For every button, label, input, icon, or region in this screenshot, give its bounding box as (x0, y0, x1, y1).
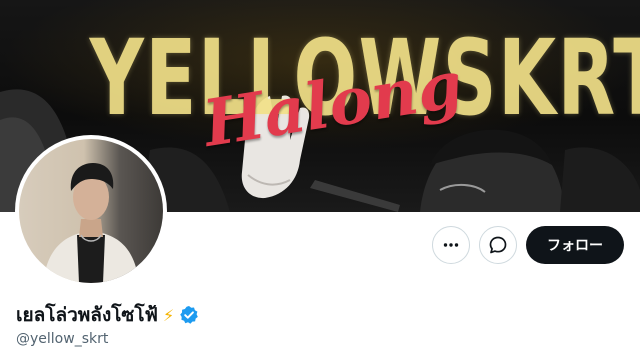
avatar-person (43, 163, 139, 283)
user-handle: @yellow_skrt (16, 331, 109, 347)
verified-badge-icon[interactable] (179, 305, 199, 325)
more-horizontal-icon (443, 243, 459, 247)
avatar[interactable] (15, 135, 167, 287)
display-name: เยลโล่วพลังโซโฟ้ (16, 304, 158, 326)
follow-button[interactable]: フォロー (526, 226, 624, 264)
avatar-photo (19, 139, 163, 283)
display-name-row: เยลโล่วพลังโซโฟ้ ⚡ (16, 301, 199, 329)
message-button[interactable] (479, 226, 517, 264)
lightning-emoji: ⚡ (163, 305, 175, 325)
more-options-button[interactable] (432, 226, 470, 264)
message-icon (489, 236, 507, 254)
